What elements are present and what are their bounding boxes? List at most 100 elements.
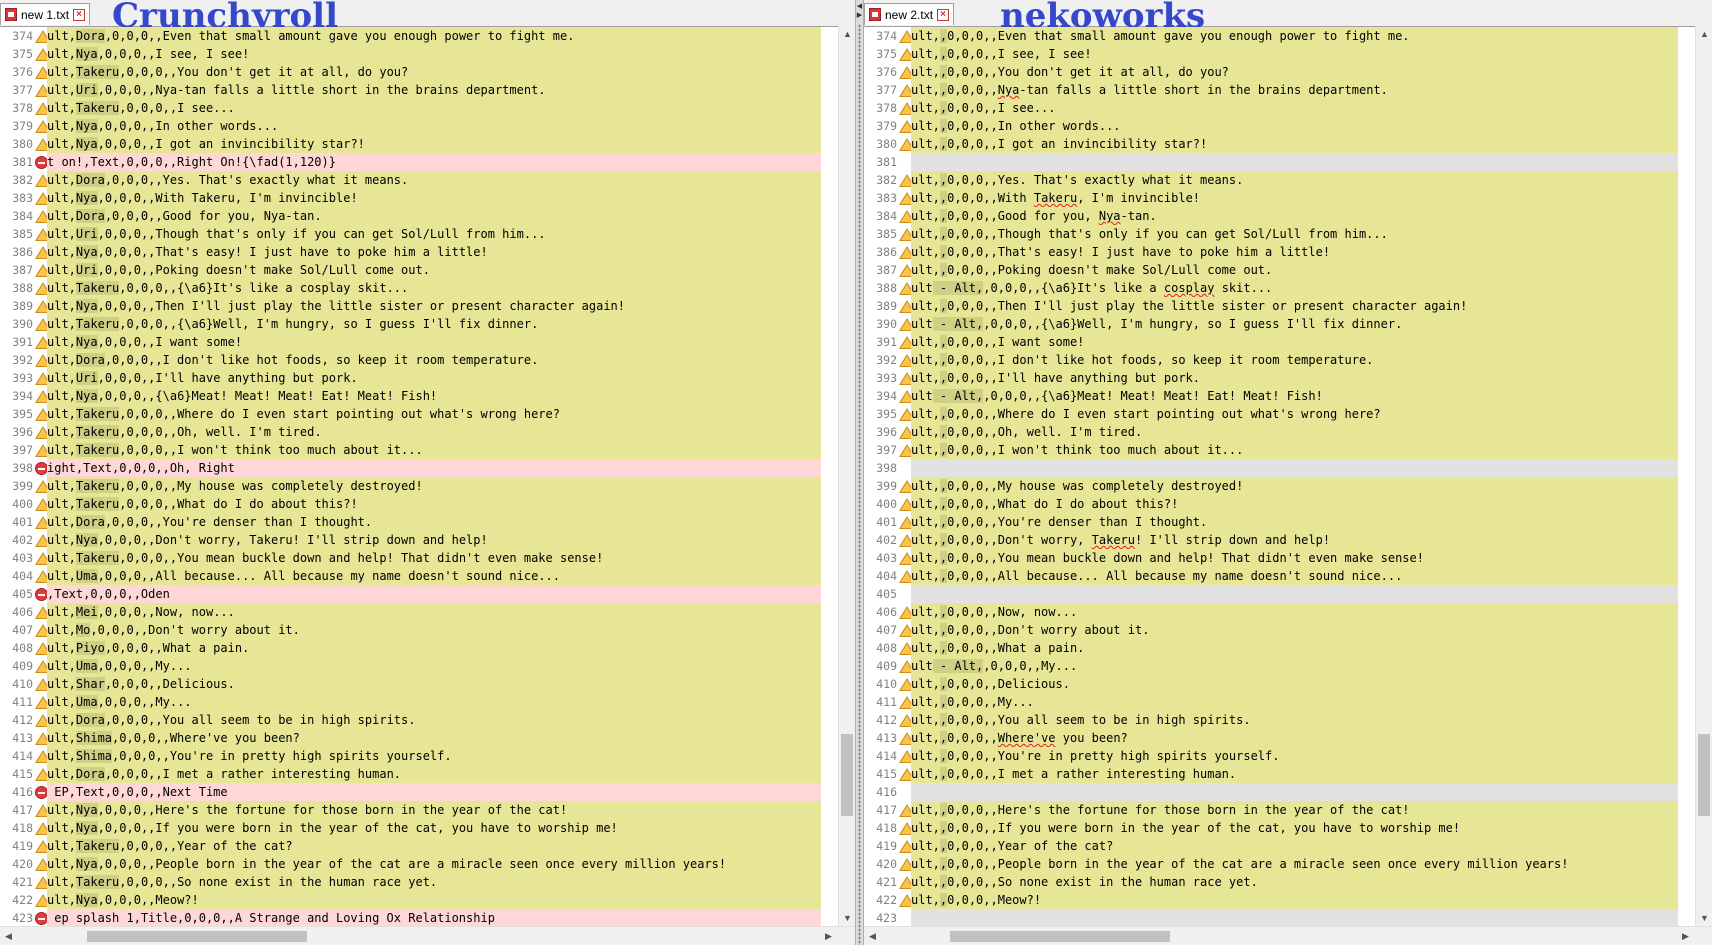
close-icon[interactable]: × <box>937 8 950 21</box>
left-horizontal-scroll-thumb[interactable] <box>86 931 307 942</box>
scroll-right-icon[interactable]: ▶ <box>820 927 837 945</box>
diff-line[interactable]: 416 <box>864 783 1695 801</box>
diff-line[interactable]: 377 ult,,0,0,0,,Nya-tan falls a little sh… <box>864 81 1695 99</box>
diff-line[interactable]: 423 ep splash 1,Title,0,0,0,,A Strange a… <box>0 909 838 927</box>
right-horizontal-scrollbar[interactable]: ◀ ▶ <box>864 926 1712 945</box>
diff-line[interactable]: 398 ight,Text,0,0,0,,Oh, Right <box>0 459 838 477</box>
right-file-tab[interactable]: new 2.txt × <box>864 3 955 25</box>
left-vertical-scroll-thumb[interactable] <box>841 733 853 816</box>
diff-line[interactable]: 396 ult,Takeru,0,0,0,,Oh, well. I'm tired… <box>0 423 838 441</box>
diff-line[interactable]: 389 ult,,0,0,0,,Then I'll just play the l… <box>864 297 1695 315</box>
diff-line[interactable]: 415 ult,,0,0,0,,I met a rather interestin… <box>864 765 1695 783</box>
diff-line[interactable]: 422 ult,Nya,0,0,0,,Meow?! <box>0 891 838 909</box>
diff-line[interactable]: 386 ult,,0,0,0,,That's easy! I just have … <box>864 243 1695 261</box>
diff-line[interactable]: 403 ult,,0,0,0,,You mean buckle down and … <box>864 549 1695 567</box>
diff-line[interactable]: 420 ult,,0,0,0,,People born in the year o… <box>864 855 1695 873</box>
diff-line[interactable]: 417 ult,Nya,0,0,0,,Here's the fortune for… <box>0 801 838 819</box>
diff-line[interactable]: 402 ult,,0,0,0,,Don't worry, Takeru! I'll… <box>864 531 1695 549</box>
scroll-left-icon[interactable]: ◀ <box>0 927 17 945</box>
scroll-left-icon[interactable]: ◀ <box>864 927 881 945</box>
diff-line[interactable]: 387 ult,Uri,0,0,0,,Poking doesn't make So… <box>0 261 838 279</box>
diff-line[interactable]: 409 ult - Alt,,0,0,0,,My... <box>864 657 1695 675</box>
diff-line[interactable]: 418 ult,,0,0,0,,If you were born in the y… <box>864 819 1695 837</box>
diff-line[interactable]: 398 <box>864 459 1695 477</box>
diff-line[interactable]: 392 ult,,0,0,0,,I don't like hot foods, s… <box>864 351 1695 369</box>
diff-line[interactable]: 423 <box>864 909 1695 927</box>
diff-line[interactable]: 394 ult,Nya,0,0,0,,{\a6}Meat! Meat! Meat!… <box>0 387 838 405</box>
diff-line[interactable]: 410 ult,,0,0,0,,Delicious. <box>864 675 1695 693</box>
diff-line[interactable]: 410 ult,Shar,0,0,0,,Delicious. <box>0 675 838 693</box>
diff-line[interactable]: 384 ult,,0,0,0,,Good for you, Nya-tan. <box>864 207 1695 225</box>
diff-line[interactable]: 404 ult,,0,0,0,,All because... All becaus… <box>864 567 1695 585</box>
diff-line[interactable]: 397 ult,,0,0,0,,I won't think too much ab… <box>864 441 1695 459</box>
diff-line[interactable]: 392 ult,Dora,0,0,0,,I don't like hot food… <box>0 351 838 369</box>
diff-line[interactable]: 416 EP,Text,0,0,0,,Next Time <box>0 783 838 801</box>
diff-line[interactable]: 374 ult,,0,0,0,,Even that small amount ga… <box>864 27 1695 45</box>
diff-line[interactable]: 405 <box>864 585 1695 603</box>
diff-line[interactable]: 379 ult,Nya,0,0,0,,In other words... <box>0 117 838 135</box>
diff-line[interactable]: 390 ult,Takeru,0,0,0,,{\a6}Well, I'm hung… <box>0 315 838 333</box>
diff-line[interactable]: 375 ult,,0,0,0,,I see, I see! <box>864 45 1695 63</box>
diff-line[interactable]: 393 ult,Uri,0,0,0,,I'll have anything but… <box>0 369 838 387</box>
diff-line[interactable]: 388 ult,Takeru,0,0,0,,{\a6}It's like a co… <box>0 279 838 297</box>
diff-line[interactable]: 405 ,Text,0,0,0,,Oden <box>0 585 838 603</box>
diff-line[interactable]: 378 ult,,0,0,0,,I see... <box>864 99 1695 117</box>
scroll-down-icon[interactable]: ▼ <box>839 910 855 927</box>
diff-line[interactable]: 391 ult,,0,0,0,,I want some! <box>864 333 1695 351</box>
diff-line[interactable]: 406 ult,,0,0,0,,Now, now... <box>864 603 1695 621</box>
diff-line[interactable]: 383 ult,,0,0,0,,With Takeru, I'm invincib… <box>864 189 1695 207</box>
diff-line[interactable]: 408 ult,,0,0,0,,What a pain. <box>864 639 1695 657</box>
diff-line[interactable]: 399 ult,,0,0,0,,My house was completely d… <box>864 477 1695 495</box>
right-vertical-scrollbar[interactable]: ▲ ▼ <box>1695 26 1712 927</box>
diff-line[interactable]: 381 t on!,Text,0,0,0,,Right On!{\fad(1,12… <box>0 153 838 171</box>
diff-line[interactable]: 394 ult - Alt,,0,0,0,,{\a6}Meat! Meat! Me… <box>864 387 1695 405</box>
splitter-right-arrow-icon[interactable]: ▶ <box>856 12 863 20</box>
diff-line[interactable]: 404 ult,Uma,0,0,0,,All because... All bec… <box>0 567 838 585</box>
right-editor[interactable]: 374 ult,,0,0,0,,Even that small amount ga… <box>864 26 1712 945</box>
splitter-left-arrow-icon[interactable]: ◀ <box>856 3 863 11</box>
close-icon[interactable]: × <box>73 8 86 21</box>
splitter-grip[interactable] <box>858 24 861 945</box>
right-horizontal-scroll-thumb[interactable] <box>950 931 1171 942</box>
left-editor[interactable]: 374 ult,Dora,0,0,0,,Even that small amoun… <box>0 26 855 945</box>
scroll-up-icon[interactable]: ▲ <box>1696 26 1712 43</box>
diff-line[interactable]: 382 ult,,0,0,0,,Yes. That's exactly what … <box>864 171 1695 189</box>
diff-line[interactable]: 401 ult,,0,0,0,,You're denser than I thou… <box>864 513 1695 531</box>
diff-line[interactable]: 377 ult,Uri,0,0,0,,Nya-tan falls a little… <box>0 81 838 99</box>
diff-line[interactable]: 390 ult - Alt,,0,0,0,,{\a6}Well, I'm hung… <box>864 315 1695 333</box>
right-vertical-scroll-thumb[interactable] <box>1698 733 1710 816</box>
left-vertical-scrollbar[interactable]: ▲ ▼ <box>838 26 855 927</box>
diff-line[interactable]: 380 ult,Nya,0,0,0,,I got an invincibility… <box>0 135 838 153</box>
diff-line[interactable]: 385 ult,,0,0,0,,Though that's only if you… <box>864 225 1695 243</box>
diff-line[interactable]: 400 ult,Takeru,0,0,0,,What do I do about … <box>0 495 838 513</box>
diff-line[interactable]: 420 ult,Nya,0,0,0,,People born in the yea… <box>0 855 838 873</box>
diff-line[interactable]: 389 ult,Nya,0,0,0,,Then I'll just play th… <box>0 297 838 315</box>
left-horizontal-scrollbar[interactable]: ◀ ▶ <box>0 926 855 945</box>
diff-line[interactable]: 407 ult,,0,0,0,,Don't worry about it. <box>864 621 1695 639</box>
diff-line[interactable]: 413 ult,Shima,0,0,0,,Where've you been? <box>0 729 838 747</box>
diff-line[interactable]: 409 ult,Uma,0,0,0,,My... <box>0 657 838 675</box>
diff-line[interactable]: 400 ult,,0,0,0,,What do I do about this?! <box>864 495 1695 513</box>
diff-line[interactable]: 385 ult,Uri,0,0,0,,Though that's only if … <box>0 225 838 243</box>
diff-line[interactable]: 402 ult,Nya,0,0,0,,Don't worry, Takeru! I… <box>0 531 838 549</box>
diff-line[interactable]: 378 ult,Takeru,0,0,0,,I see... <box>0 99 838 117</box>
diff-line[interactable]: 407 ult,Mo,0,0,0,,Don't worry about it. <box>0 621 838 639</box>
diff-line[interactable]: 375 ult,Nya,0,0,0,,I see, I see! <box>0 45 838 63</box>
diff-line[interactable]: 374 ult,Dora,0,0,0,,Even that small amoun… <box>0 27 838 45</box>
diff-line[interactable]: 382 ult,Dora,0,0,0,,Yes. That's exactly w… <box>0 171 838 189</box>
diff-line[interactable]: 396 ult,,0,0,0,,Oh, well. I'm tired. <box>864 423 1695 441</box>
diff-line[interactable]: 419 ult,,0,0,0,,Year of the cat? <box>864 837 1695 855</box>
diff-line[interactable]: 380 ult,,0,0,0,,I got an invincibility st… <box>864 135 1695 153</box>
left-file-tab[interactable]: new 1.txt × <box>0 3 91 25</box>
diff-line[interactable]: 397 ult,Takeru,0,0,0,,I won't think too m… <box>0 441 838 459</box>
diff-line[interactable]: 421 ult,,0,0,0,,So none exist in the huma… <box>864 873 1695 891</box>
scroll-up-icon[interactable]: ▲ <box>839 26 855 43</box>
diff-line[interactable]: 391 ult,Nya,0,0,0,,I want some! <box>0 333 838 351</box>
diff-line[interactable]: 383 ult,Nya,0,0,0,,With Takeru, I'm invin… <box>0 189 838 207</box>
diff-line[interactable]: 421 ult,Takeru,0,0,0,,So none exist in th… <box>0 873 838 891</box>
diff-line[interactable]: 386 ult,Nya,0,0,0,,That's easy! I just ha… <box>0 243 838 261</box>
diff-line[interactable]: 384 ult,Dora,0,0,0,,Good for you, Nya-tan… <box>0 207 838 225</box>
diff-line[interactable]: 388 ult - Alt,,0,0,0,,{\a6}It's like a co… <box>864 279 1695 297</box>
diff-line[interactable]: 376 ult,Takeru,0,0,0,,You don't get it at… <box>0 63 838 81</box>
diff-line[interactable]: 412 ult,Dora,0,0,0,,You all seem to be in… <box>0 711 838 729</box>
